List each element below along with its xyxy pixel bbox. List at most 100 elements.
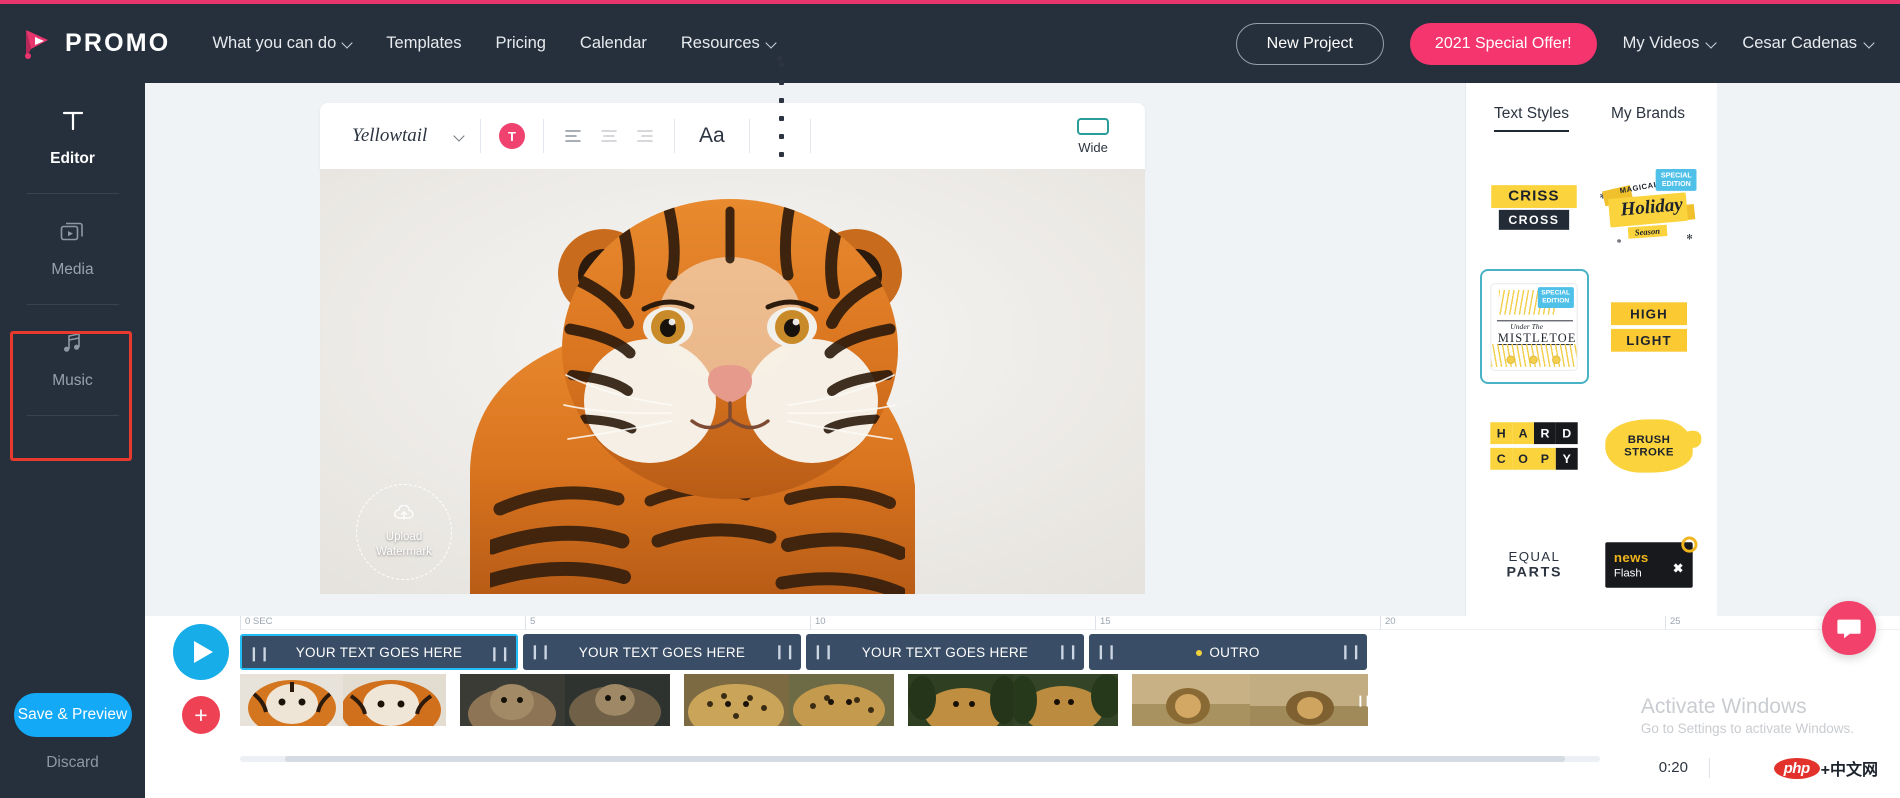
clip-label: YOUR TEXT GOES HERE — [295, 644, 463, 660]
timeline-scrollbar[interactable] — [240, 756, 1600, 762]
hc-letter: R — [1534, 421, 1557, 444]
upload-watermark-button[interactable]: Upload Watermark — [356, 484, 452, 580]
style-under-the-mistletoe[interactable]: SPECIAL EDITION Under The MISTLETOE — [1480, 269, 1589, 384]
chevron-down-icon — [1865, 39, 1874, 48]
style-criss-cross[interactable]: CRISS CROSS — [1480, 150, 1589, 265]
special-offer-button[interactable]: 2021 Special Offer! — [1409, 22, 1597, 65]
font-size-button[interactable]: Aa — [675, 124, 749, 148]
panel-tabs: Text Styles My Brands — [1466, 83, 1717, 132]
scrollbar-thumb[interactable] — [285, 756, 1565, 762]
music-note-icon — [60, 330, 86, 361]
nav-item-what-you-can-do[interactable]: What you can do — [212, 34, 352, 53]
thumb-jungle-1[interactable] — [908, 674, 1013, 726]
sidebar-item-media[interactable]: Media — [0, 194, 145, 304]
play-button[interactable] — [173, 624, 229, 680]
thumb-cougar-1[interactable] — [460, 674, 565, 726]
clip-handle-right[interactable]: ❙❙ — [489, 645, 511, 662]
thumb-cougar-2[interactable] — [565, 674, 670, 726]
clip-handle-left[interactable]: ❙❙ — [529, 643, 551, 660]
thumb-split-handle[interactable]: ❙❙ — [670, 674, 686, 726]
new-project-button[interactable]: New Project — [1235, 22, 1384, 65]
thumb-split-handle[interactable]: ❙❙ — [894, 674, 910, 726]
style-equal-parts[interactable]: EQUAL PARTS — [1480, 507, 1589, 622]
nav-item-resources[interactable]: Resources — [681, 34, 776, 53]
main-nav: What you can do Templates Pricing Calend… — [212, 34, 775, 53]
grid-dots — [777, 55, 784, 212]
ruler-tick: 20 — [1380, 616, 1396, 630]
add-scene-button[interactable]: + — [182, 696, 220, 734]
clip-label: OUTRO — [1196, 645, 1259, 660]
thumb-split-handle[interactable]: ❙❙ — [446, 674, 462, 726]
text-styles-panel: Text Styles My Brands CRISS CROSS ✻ ✻ ✻ — [1465, 83, 1717, 616]
thumb-lion-1[interactable] — [1132, 674, 1250, 726]
clip-handle-right[interactable]: ❙❙ — [774, 643, 796, 660]
save-preview-button[interactable]: Save & Preview — [13, 693, 132, 737]
chat-bubble-icon — [1837, 619, 1861, 639]
holiday-main: Holiday — [1619, 193, 1684, 220]
text-clip-2[interactable]: ❙❙ YOUR TEXT GOES HERE ❙❙ — [523, 634, 801, 670]
nav-item-pricing[interactable]: Pricing — [495, 34, 545, 53]
sidebar-label-music: Music — [52, 372, 93, 389]
tab-my-brands[interactable]: My Brands — [1611, 105, 1685, 132]
hc-letter: A — [1512, 421, 1535, 444]
my-videos-label: My Videos — [1622, 34, 1700, 52]
tab-text-styles[interactable]: Text Styles — [1494, 105, 1569, 132]
thumb-leopard-2[interactable] — [789, 674, 894, 726]
style-hard-copy[interactable]: H A R D C O P Y — [1480, 388, 1589, 503]
align-right-icon[interactable] — [634, 125, 656, 147]
sidebar-item-music[interactable]: Music — [0, 305, 145, 415]
clip-handle-left[interactable]: ❙❙ — [1095, 643, 1117, 660]
clip-handle-left[interactable]: ❙❙ — [248, 645, 270, 662]
snowflake-icon: ✻ — [1616, 238, 1622, 245]
media-thumbnail-track: ❙❙ ❙❙ ❙❙ ❙❙ ❙❙ — [240, 674, 1900, 726]
wide-label: Wide — [1078, 139, 1108, 155]
clip-handle-left[interactable]: ❙❙ — [812, 643, 834, 660]
highlight-line1: HIGH — [1610, 301, 1687, 325]
font-family-select[interactable]: Yellowtail — [320, 125, 480, 147]
style-high-light[interactable]: HIGH LIGHT — [1595, 269, 1704, 384]
top-actions: New Project 2021 Special Offer! My Video… — [1235, 22, 1874, 65]
ruler-tick: 0 SEC — [240, 616, 272, 630]
clip-label: YOUR TEXT GOES HERE — [861, 644, 1029, 660]
align-center-icon[interactable] — [598, 125, 620, 147]
my-videos-menu[interactable]: My Videos — [1623, 34, 1717, 53]
clip-handle-right[interactable]: ❙❙ — [1057, 643, 1079, 660]
media-library-icon — [59, 219, 87, 250]
thumb-tiger-1[interactable] — [240, 674, 343, 726]
editor-workspace: Yellowtail T Aa Wide Upload Watermark Te… — [145, 55, 1900, 655]
hardcopy-thumb: H A R D C O P Y — [1490, 421, 1578, 470]
style-brush-stroke[interactable]: BRUSH STROKE — [1595, 388, 1704, 503]
text-clip-1[interactable]: ❙❙ YOUR TEXT GOES HERE ❙❙ — [240, 634, 518, 670]
outro-clip[interactable]: ❙❙ OUTRO ❙❙ — [1089, 634, 1367, 670]
nav-item-templates[interactable]: Templates — [386, 34, 461, 53]
thumb-leopard-1[interactable] — [684, 674, 789, 726]
equal-line2: PARTS — [1506, 564, 1563, 581]
align-left-icon[interactable] — [562, 125, 584, 147]
discard-button[interactable]: Discard — [0, 754, 145, 772]
text-color-swatch[interactable]: T — [499, 123, 525, 149]
thumb-tiger-2[interactable] — [343, 674, 446, 726]
nav-label: Resources — [680, 34, 760, 52]
video-preview[interactable]: Upload Watermark — [320, 169, 1145, 594]
readout-divider — [1709, 758, 1710, 778]
brand-logo[interactable]: PROMO — [22, 27, 170, 61]
timeline-ruler[interactable]: 0 SEC 5 10 15 20 25 — [240, 616, 1900, 630]
thumb-image — [1250, 674, 1368, 726]
style-news-flash[interactable]: news Flash ✖ — [1595, 507, 1704, 622]
ruler-tick: 10 — [810, 616, 826, 630]
sidebar-item-editor[interactable]: Editor — [0, 83, 145, 193]
news-line2: Flash — [1613, 565, 1642, 579]
aspect-ratio-wide-button[interactable]: Wide — [1077, 117, 1109, 155]
style-magical-holiday[interactable]: ✻ ✻ ✻ MAGICAL Holiday Season SPECIAL EDI… — [1595, 150, 1704, 265]
thumb-jungle-2[interactable] — [1013, 674, 1118, 726]
account-menu[interactable]: Cesar Cadenas — [1742, 34, 1874, 53]
thumb-split-handle[interactable]: ❙❙ — [1356, 674, 1372, 726]
support-chat-button[interactable] — [1822, 601, 1876, 655]
thumb-lion-2[interactable] — [1250, 674, 1368, 726]
text-clip-3[interactable]: ❙❙ YOUR TEXT GOES HERE ❙❙ — [806, 634, 1084, 670]
clip-handle-right[interactable]: ❙❙ — [1340, 643, 1362, 660]
nav-item-calendar[interactable]: Calendar — [580, 34, 647, 53]
wide-format-icon — [1077, 117, 1109, 135]
thumb-split-handle[interactable]: ❙❙ — [1118, 674, 1134, 726]
sidebar-bottom-actions: Save & Preview Discard — [0, 693, 145, 798]
